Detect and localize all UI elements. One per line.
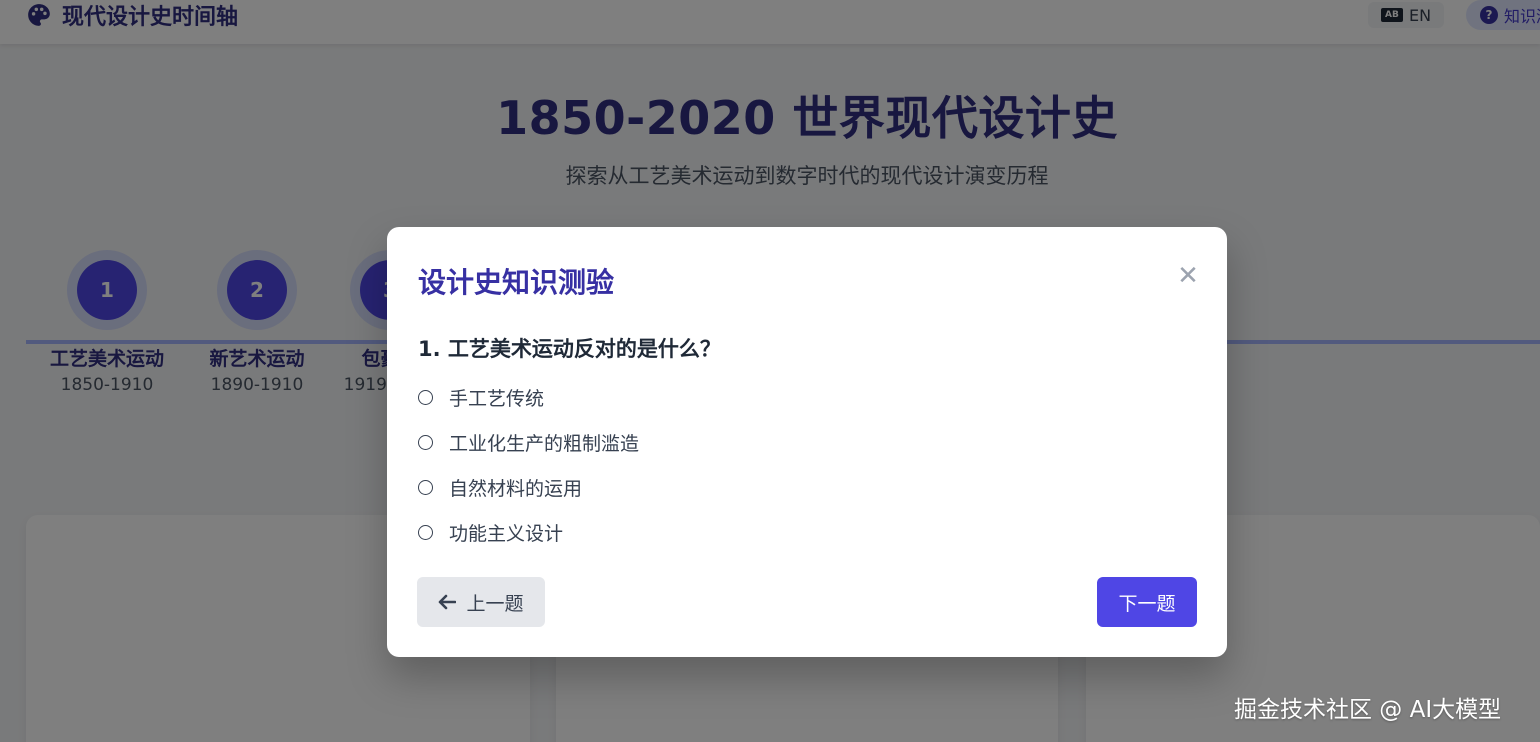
previous-button-label: 上一题: [466, 592, 524, 615]
quiz-question: 1. 工艺美术运动反对的是什么？: [418, 337, 721, 361]
quiz-option-label: 工业化生产的粗制滥造: [449, 432, 640, 455]
quiz-option[interactable]: 自然材料的运用: [418, 472, 582, 502]
next-question-button[interactable]: 下一题: [1097, 577, 1197, 627]
quiz-modal: 设计史知识测验 ✕ 1. 工艺美术运动反对的是什么？ 手工艺传统 工业化生产的粗…: [387, 227, 1227, 657]
quiz-option-label: 手工艺传统: [449, 387, 545, 410]
arrow-left-icon: [439, 594, 457, 610]
radio-button[interactable]: [418, 389, 433, 405]
watermark: 掘金技术社区 @ AI大模型: [1234, 697, 1502, 723]
modal-title: 设计史知识测验: [418, 266, 615, 299]
next-button-label: 下一题: [1118, 592, 1176, 615]
quiz-option-label: 自然材料的运用: [449, 477, 583, 500]
radio-button[interactable]: [418, 479, 433, 495]
quiz-option-label: 功能主义设计: [449, 522, 564, 545]
close-icon: ✕: [1177, 261, 1199, 291]
quiz-option[interactable]: 手工艺传统: [418, 382, 544, 412]
previous-question-button[interactable]: 上一题: [417, 577, 545, 627]
quiz-option[interactable]: 功能主义设计: [418, 517, 563, 547]
close-button[interactable]: ✕: [1171, 259, 1205, 293]
radio-button[interactable]: [418, 434, 433, 450]
quiz-option[interactable]: 工业化生产的粗制滥造: [418, 427, 639, 457]
radio-button[interactable]: [418, 524, 433, 540]
